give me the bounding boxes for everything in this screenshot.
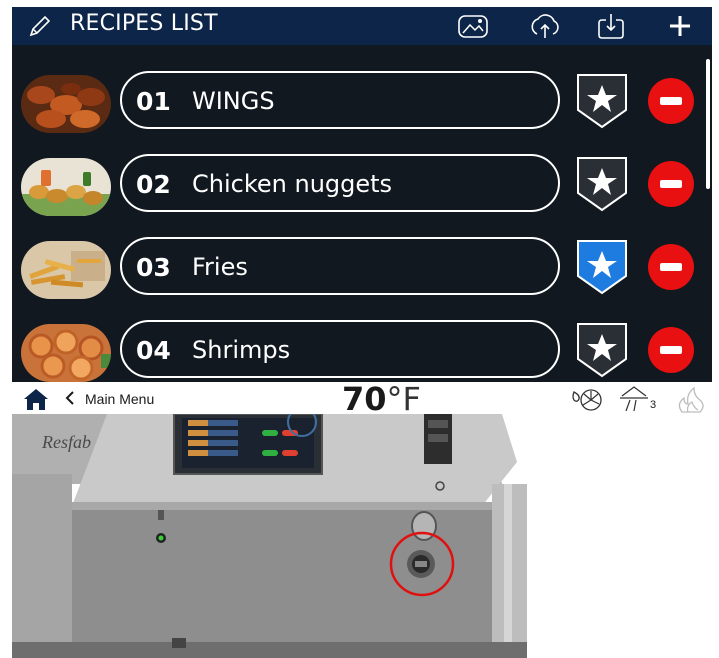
remove-button[interactable] — [648, 327, 694, 373]
home-icon[interactable] — [22, 386, 50, 412]
recipe-name-button[interactable]: 03 Fries — [120, 237, 560, 295]
status-bar: Main Menu 70°F 3 — [12, 380, 712, 418]
main-menu-link[interactable]: Main Menu — [85, 391, 154, 407]
recipe-number: 04 — [136, 336, 171, 365]
equipment-photo: Resfab — [12, 414, 527, 658]
recipe-thumbnail-wings — [21, 75, 111, 133]
recipe-row[interactable]: 01 WINGS — [12, 70, 712, 140]
drain-count-badge: 3 — [650, 399, 657, 411]
image-icon[interactable] — [456, 10, 490, 42]
header-bar: RECIPES LIST — [12, 7, 712, 45]
recipe-name: Fries — [192, 253, 248, 281]
recipe-row[interactable]: 03 Fries — [12, 236, 712, 306]
temperature-display: 70°F — [342, 380, 421, 418]
recipe-row[interactable]: 02 Chicken nuggets — [12, 153, 712, 223]
recipe-name-button[interactable]: 04 Shrimps — [120, 320, 560, 378]
recipe-name: Chicken nuggets — [192, 170, 393, 198]
recipes-screen: RECIPES LIST 01 WINGS 02 Chicken nuggets… — [12, 7, 712, 382]
fire-icon — [678, 386, 704, 413]
remove-button[interactable] — [648, 161, 694, 207]
recipe-number: 03 — [136, 253, 171, 282]
recipe-thumbnail-nuggets — [21, 158, 111, 216]
fan-water-icon — [572, 389, 602, 411]
star-favorite-icon[interactable] — [575, 238, 629, 296]
scrollbar[interactable] — [706, 59, 710, 189]
star-favorite-icon[interactable] — [575, 321, 629, 379]
recipe-name: Shrimps — [192, 336, 291, 364]
plus-icon[interactable] — [663, 10, 697, 42]
recipe-name: WINGS — [192, 87, 275, 115]
recipe-thumbnail-fries — [21, 241, 111, 299]
chevron-left-icon[interactable] — [64, 388, 76, 408]
pencil-icon[interactable] — [26, 12, 54, 40]
temperature-value: 70 — [342, 380, 387, 418]
temperature-unit: °F — [386, 380, 421, 418]
brand-logo: Resfab — [41, 432, 91, 452]
remove-button[interactable] — [648, 244, 694, 290]
recipe-number: 02 — [136, 170, 171, 199]
recipe-thumbnail-shrimps — [21, 324, 111, 382]
remove-button[interactable] — [648, 78, 694, 124]
star-favorite-icon[interactable] — [575, 155, 629, 213]
recipe-name-button[interactable]: 01 WINGS — [120, 71, 560, 129]
download-icon[interactable] — [594, 10, 628, 42]
recipe-name-button[interactable]: 02 Chicken nuggets — [120, 154, 560, 212]
recipe-row[interactable]: 04 Shrimps — [12, 319, 712, 382]
upload-icon[interactable] — [528, 10, 562, 42]
page-title: RECIPES LIST — [70, 11, 218, 36]
star-favorite-icon[interactable] — [575, 72, 629, 130]
recipe-number: 01 — [136, 87, 171, 116]
